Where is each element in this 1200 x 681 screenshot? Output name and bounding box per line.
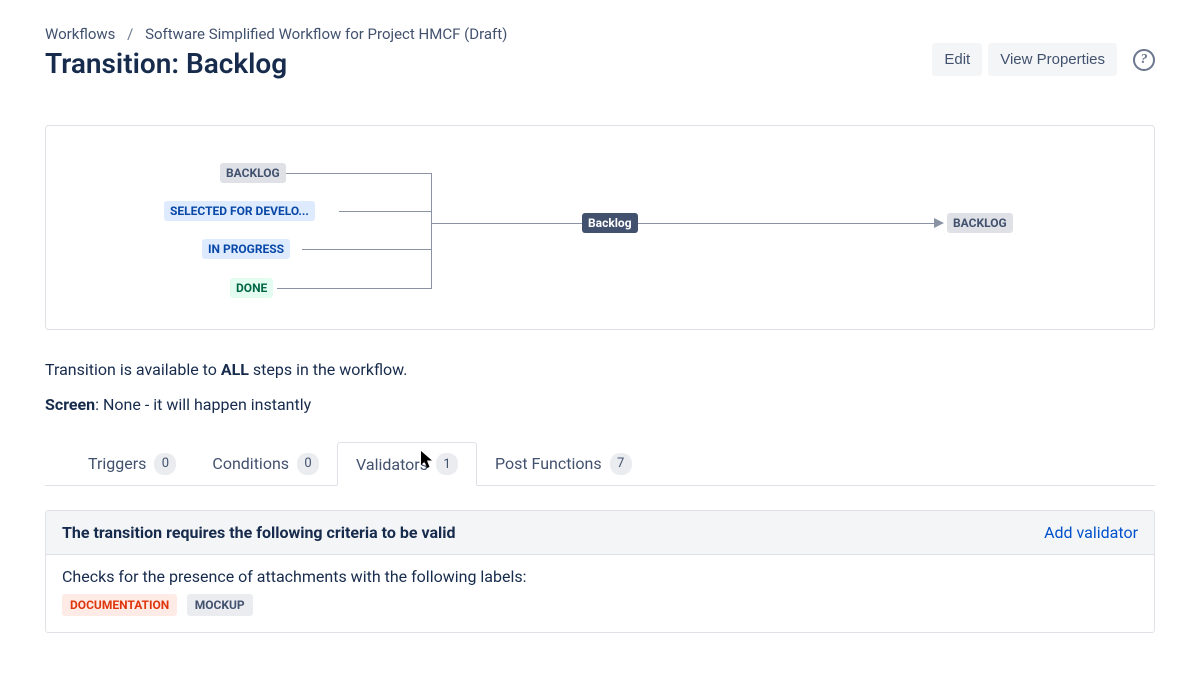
tab-validators[interactable]: Validators 1 — [337, 442, 477, 486]
header-actions: Edit View Properties ? — [932, 43, 1155, 76]
tab-label: Conditions — [212, 454, 289, 473]
tab-label: Validators — [356, 455, 428, 474]
panel-body: Checks for the presence of attachments w… — [46, 555, 1154, 632]
help-icon[interactable]: ? — [1133, 49, 1155, 71]
attachment-label-mockup: MOCKUP — [187, 594, 253, 616]
breadcrumb: Workflows / Software Simplified Workflow… — [45, 25, 507, 43]
breadcrumb-root[interactable]: Workflows — [45, 25, 115, 43]
attachment-label-documentation: DOCUMENTATION — [62, 594, 177, 616]
status-target-backlog: BACKLOG — [947, 213, 1013, 233]
status-source-selected: SELECTED FOR DEVELO... — [164, 201, 315, 221]
tab-triggers[interactable]: Triggers 0 — [70, 442, 194, 485]
breadcrumb-current[interactable]: Software Simplified Workflow for Project… — [145, 25, 507, 43]
validator-description: Checks for the presence of attachments w… — [62, 567, 1138, 586]
view-properties-button[interactable]: View Properties — [988, 43, 1117, 76]
tab-post-functions[interactable]: Post Functions 7 — [477, 442, 650, 485]
edit-button[interactable]: Edit — [932, 43, 982, 76]
page-title: Transition: Backlog — [45, 47, 507, 80]
panel-title: The transition requires the following cr… — [62, 523, 456, 542]
tab-count: 7 — [610, 453, 632, 475]
status-source-done: DONE — [230, 278, 273, 298]
tab-label: Post Functions — [495, 454, 602, 473]
transition-label: Backlog — [582, 213, 638, 233]
breadcrumb-separator: / — [127, 25, 133, 43]
tab-count: 0 — [297, 453, 319, 475]
status-source-inprogress: IN PROGRESS — [202, 239, 290, 259]
add-validator-link[interactable]: Add validator — [1044, 523, 1138, 542]
tab-conditions[interactable]: Conditions 0 — [194, 442, 337, 485]
availability-text: Transition is available to ALL steps in … — [45, 360, 1155, 379]
tab-label: Triggers — [88, 454, 146, 473]
panel-header: The transition requires the following cr… — [46, 511, 1154, 555]
tab-count: 0 — [154, 453, 176, 475]
transition-diagram: BACKLOG SELECTED FOR DEVELO... IN PROGRE… — [45, 125, 1155, 330]
tabs: Triggers 0 Conditions 0 Validators 1 Pos… — [45, 442, 1155, 486]
tab-count: 1 — [436, 453, 458, 475]
status-source-backlog: BACKLOG — [220, 163, 286, 183]
arrow-head-icon — [934, 218, 944, 228]
validators-panel: The transition requires the following cr… — [45, 510, 1155, 633]
screen-text: Screen: None - it will happen instantly — [45, 395, 1155, 414]
